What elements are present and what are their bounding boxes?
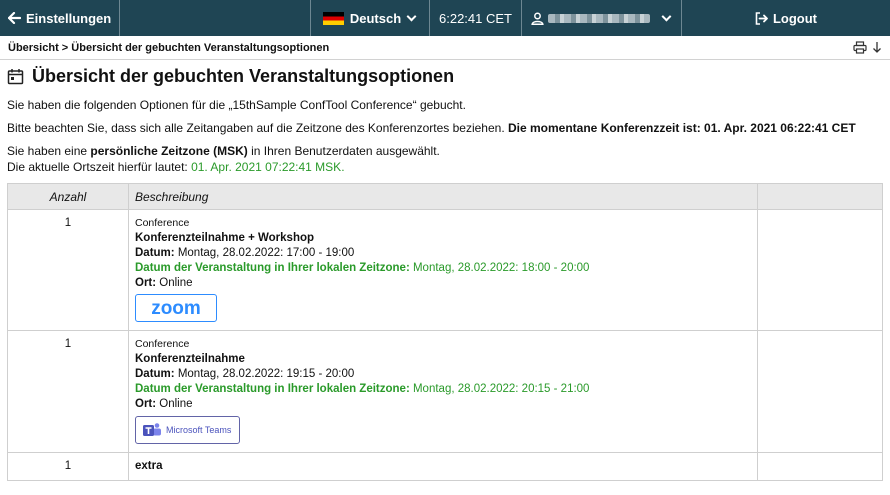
- calendar-icon: [7, 68, 24, 85]
- arrow-left-icon: [8, 12, 21, 24]
- empty-cell: [757, 209, 883, 331]
- language-dropdown[interactable]: Deutsch: [311, 0, 430, 36]
- table-row: 1 Conference Konferenzteilnahme + Worksh…: [7, 209, 883, 331]
- microsoft-teams-logo[interactable]: Microsoft Teams: [135, 416, 240, 444]
- logout-icon: [755, 11, 769, 25]
- top-navigation-bar: Einstellungen Deutsch 6:22:41 CET Logout: [0, 0, 890, 36]
- header-description: Beschreibung: [128, 183, 758, 210]
- blurred-username: [548, 13, 651, 23]
- print-icon[interactable]: [853, 41, 867, 54]
- category-label: Conference: [135, 338, 190, 350]
- local-time-value: 01. Apr. 2021 07:22:41 MSK.: [191, 160, 345, 174]
- back-to-settings-button[interactable]: Einstellungen: [0, 0, 120, 36]
- header-quantity: Anzahl: [7, 183, 129, 210]
- description-cell: extra: [128, 452, 758, 481]
- user-icon: [531, 12, 544, 25]
- conference-time-text: Die momentane Konferenzzeit ist: 01. Apr…: [508, 121, 856, 135]
- timezone-note: Bitte beachten Sie, dass sich alle Zeita…: [7, 121, 856, 135]
- language-label: Deutsch: [349, 10, 402, 26]
- svg-text:zoom: zoom: [151, 298, 201, 318]
- bookings-table: Anzahl Beschreibung 1 Conference Konfere…: [7, 183, 883, 481]
- page-heading: Übersicht der gebuchten Veranstaltungsop…: [32, 66, 455, 86]
- clock-text: 6:22:41 CET: [439, 10, 512, 26]
- personal-timezone-note: Sie haben eine persönliche Zeitzone (MSK…: [7, 144, 440, 174]
- description-cell: Conference Konferenzteilnahme Datum: Mon…: [128, 330, 758, 453]
- logout-button[interactable]: Logout: [682, 0, 890, 36]
- teams-icon: [142, 422, 162, 438]
- quantity-cell: 1: [7, 452, 129, 481]
- option-name: extra: [135, 460, 163, 472]
- option-name: Konferenzteilnahme: [135, 353, 245, 365]
- header-empty: [757, 183, 883, 210]
- chevron-down-icon: [661, 11, 672, 21]
- back-label: Einstellungen: [26, 10, 112, 26]
- breadcrumb: Übersicht > Übersicht der gebuchten Vera…: [0, 36, 890, 60]
- breadcrumb-current: Übersicht der gebuchten Veranstaltungsop…: [71, 41, 330, 54]
- quantity-cell: 1: [7, 209, 129, 331]
- arrow-down-icon[interactable]: [872, 41, 882, 54]
- table-row: 1 Conference Konferenzteilnahme Datum: M…: [7, 330, 883, 453]
- zoom-logo[interactable]: zoom: [135, 294, 217, 322]
- page-title: Übersicht der gebuchten Veranstaltungsop…: [7, 66, 883, 87]
- chevron-down-icon: [406, 11, 417, 21]
- table-row: 1 extra: [7, 452, 883, 481]
- empty-cell: [757, 330, 883, 453]
- user-menu-dropdown[interactable]: [522, 0, 682, 36]
- category-label: Conference: [135, 217, 190, 229]
- conference-clock: 6:22:41 CET: [430, 0, 522, 36]
- quantity-cell: 1: [7, 330, 129, 453]
- table-header-row: Anzahl Beschreibung: [7, 183, 883, 210]
- german-flag-icon: [322, 11, 344, 25]
- breadcrumb-root-link[interactable]: Übersicht: [8, 42, 59, 54]
- intro-text: Sie haben die folgenden Optionen für die…: [7, 98, 466, 112]
- empty-cell: [757, 452, 883, 481]
- main-content: Übersicht der gebuchten Veranstaltungsop…: [0, 66, 890, 481]
- option-name: Konferenzteilnahme + Workshop: [135, 232, 315, 244]
- logout-label: Logout: [772, 10, 818, 26]
- description-cell: Conference Konferenzteilnahme + Workshop…: [128, 209, 758, 331]
